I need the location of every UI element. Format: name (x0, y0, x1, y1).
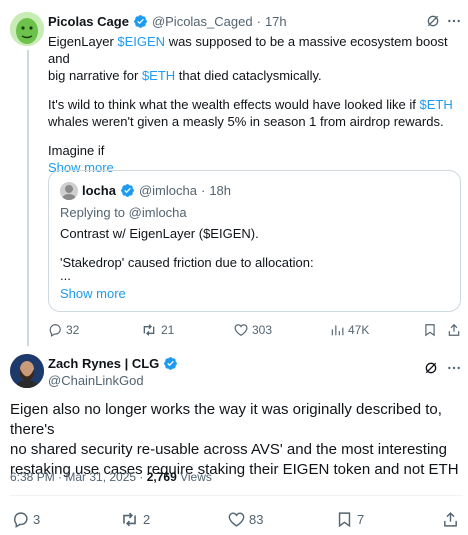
avatar-face-icon (10, 12, 44, 46)
reply-button[interactable]: 3 (12, 511, 40, 528)
avatar-face-icon (10, 354, 44, 388)
repost-button[interactable]: 21 (141, 323, 174, 337)
quote-line2: 'Stakedrop' caused friction due to alloc… (60, 255, 314, 270)
like-count: 303 (252, 323, 273, 337)
views-button[interactable]: 47K (330, 323, 369, 337)
quote-post-time[interactable]: 18h (209, 183, 231, 198)
views-label: Views (176, 470, 212, 484)
views-count: 2,769 (146, 470, 177, 484)
more-options-icon[interactable] (446, 13, 462, 29)
quote-avatar[interactable] (60, 182, 78, 200)
share-button[interactable] (442, 511, 459, 528)
tweet1-line3: It's wild to think what the wealth effec… (48, 96, 463, 113)
post-timestamp[interactable]: 6:38 PM · Mar 31, 2025 · (10, 470, 147, 484)
quote-line1: Contrast w/ EigenLayer ($EIGEN). (60, 226, 259, 241)
quote-body: Replying to @imlocha Contrast w/ EigenLa… (60, 204, 450, 302)
post-time[interactable]: 17h (265, 14, 287, 29)
text-segment: that died cataclysmically. (175, 68, 322, 83)
tweet1-line1: EigenLayer $EIGEN was supposed to be a m… (48, 33, 463, 67)
share-button[interactable] (447, 323, 461, 337)
bookmark-count: 7 (357, 511, 365, 527)
author-handle[interactable]: @ChainLinkGod (48, 373, 144, 388)
quote-author-name[interactable]: locha (82, 183, 116, 198)
tweet2-meta: 6:38 PM · Mar 31, 2025 · 2,769 Views (10, 470, 212, 484)
more-options-icon[interactable] (446, 360, 462, 376)
tweet1-line2: big narrative for $ETH that died catacly… (48, 67, 463, 84)
heart-icon (234, 323, 248, 337)
analytics-icon (330, 323, 344, 337)
bookmark-icon (336, 511, 353, 528)
tweet2-body: Eigen also no longer works the way it wa… (10, 400, 465, 480)
bookmark-button[interactable] (423, 323, 437, 337)
tweet2-action-bar: 3 2 83 7 (10, 510, 463, 528)
reply-icon (12, 511, 29, 528)
separator-dot: · (200, 183, 206, 198)
repost-button[interactable]: 2 (120, 511, 150, 528)
quote-show-more-link[interactable]: Show more (60, 285, 450, 302)
author-name[interactable]: Zach Rynes | CLG (48, 356, 159, 371)
tweet1-body: EigenLayer $EIGEN was supposed to be a m… (48, 33, 463, 176)
like-count: 83 (249, 511, 264, 527)
tweet2-header: Zach Rynes | CLG (48, 356, 178, 371)
tweet1-line4: whales weren't given a measly 5% in seas… (48, 114, 444, 129)
verified-badge-icon (163, 356, 178, 371)
verified-badge-icon (133, 14, 148, 29)
tweet1-line5: Imagine if (48, 143, 105, 158)
replying-to-text: Replying to @imlocha (60, 205, 187, 220)
quote-author-handle[interactable]: @imlocha (139, 183, 197, 198)
like-button[interactable]: 83 (228, 511, 263, 528)
quoted-tweet-card[interactable]: locha @imlocha · 18h Replying to @imloch… (48, 170, 461, 312)
tweet2-line2: no shared security re-usable across AVS'… (10, 441, 447, 458)
repost-icon (141, 323, 157, 337)
avatar-face-icon (60, 182, 78, 200)
tweet1-header: Picolas Cage @Picolas_Caged · 17h (48, 14, 287, 29)
bookmark-button[interactable]: 7 (336, 511, 364, 528)
avatar[interactable] (10, 12, 44, 46)
text-segment: EigenLayer (48, 34, 118, 49)
reply-button[interactable]: 32 (48, 323, 79, 337)
reply-icon (48, 323, 62, 337)
repost-count: 21 (161, 323, 175, 337)
bookmark-icon (423, 323, 437, 337)
cashtag-link[interactable]: $ETH (420, 97, 453, 112)
tweet1-action-bar: 32 21 303 47K (48, 322, 463, 338)
quote-header: locha @imlocha · 18h (82, 183, 231, 198)
tweet2-line1: Eigen also no longer works the way it wa… (10, 401, 442, 438)
cashtag-link[interactable]: $ETH (142, 68, 175, 83)
reply-count: 3 (33, 511, 41, 527)
author-handle[interactable]: @Picolas_Caged (152, 14, 253, 29)
cashtag-link[interactable]: $EIGEN (117, 34, 165, 49)
grok-icon[interactable] (423, 360, 439, 376)
grok-icon[interactable] (425, 13, 441, 29)
share-icon (447, 323, 461, 337)
like-button[interactable]: 303 (234, 323, 272, 337)
avatar[interactable] (10, 354, 44, 388)
share-icon (442, 511, 459, 528)
text-segment: It's wild to think what the wealth effec… (48, 97, 420, 112)
views-count: 47K (348, 323, 370, 337)
repost-icon (120, 511, 139, 528)
separator-dot: · (256, 14, 261, 29)
heart-icon (228, 511, 245, 528)
divider (10, 495, 463, 496)
reply-count: 32 (66, 323, 80, 337)
author-name[interactable]: Picolas Cage (48, 14, 129, 29)
repost-count: 2 (143, 511, 151, 527)
text-segment: big narrative for (48, 68, 142, 83)
verified-badge-icon (120, 183, 135, 198)
thread-connector-line (27, 50, 29, 346)
quote-line3: ... (60, 268, 71, 283)
